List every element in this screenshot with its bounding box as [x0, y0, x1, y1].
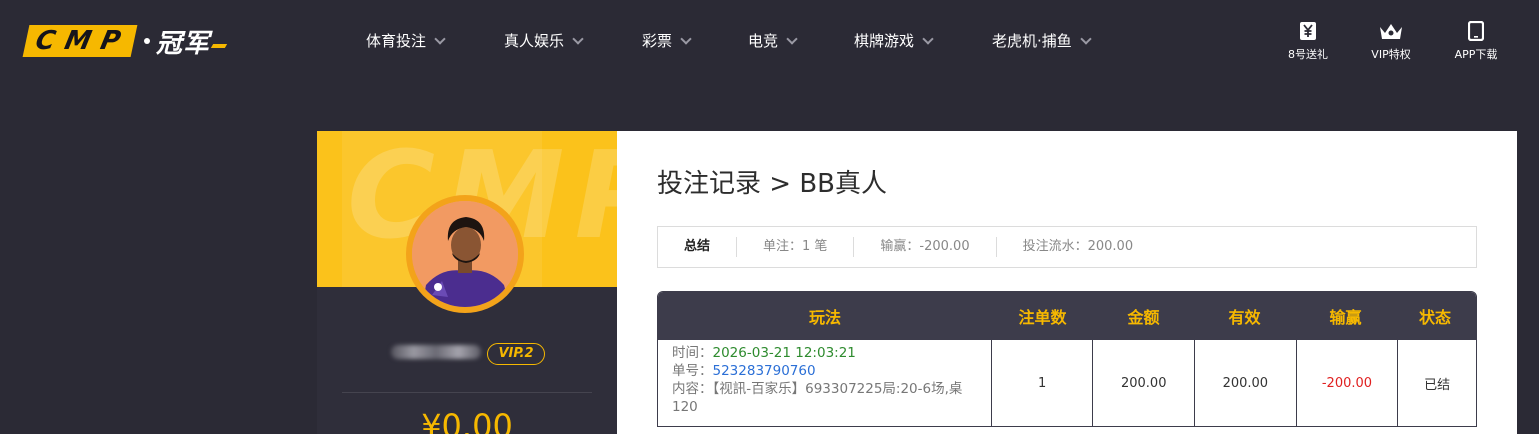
bet-time: 2026-03-21 12:03:21 [712, 345, 856, 361]
summary-turnover: 投注流水：200.00 [995, 237, 1160, 257]
chevron-down-icon [922, 32, 934, 45]
page-title: 投注记录 > BB真人 [657, 169, 887, 199]
nav-label: 真人娱乐 [504, 32, 565, 50]
table-header: 玩法 注单数 金额 有效 输赢 状态 [658, 292, 1476, 340]
gift-label: 8号送礼 [1288, 48, 1328, 61]
nav-label: 体育投注 [366, 32, 427, 50]
bet-amount-cell: 200.00 [1092, 340, 1194, 426]
avatar-image [412, 201, 518, 307]
bet-content-line: 内容：【视訊-百家乐】693307225局:20-6场,桌120 [672, 380, 977, 416]
site-logo[interactable]: CMP 冠军 [22, 24, 228, 59]
wallet-balance: ¥0.00 [421, 407, 513, 434]
nav-item-slots-fishing[interactable]: 老虎机·捕鱼 [992, 30, 1092, 51]
id-label: 单号： [672, 363, 713, 379]
profile-divider [342, 392, 592, 393]
app-download-button[interactable]: APP下载 [1441, 20, 1511, 62]
bet-detail-cell: 时间：2026-03-21 12:03:21 单号：523283790760 内… [658, 340, 991, 426]
bet-records-table: 玩法 注单数 金额 有效 输赢 状态 时间：2026-03-21 12:03:2… [657, 291, 1477, 427]
top-header: CMP 冠军 体育投注 真人娱乐 彩票 电竞 棋牌游戏 老虎机·捕鱼 8号送礼 … [0, 0, 1539, 84]
summary-winloss: 输赢：-200.00 [853, 237, 995, 257]
app-label: APP下载 [1454, 48, 1498, 61]
nav-label: 电竞 [748, 32, 779, 50]
summary-label: 总结 [684, 239, 711, 254]
summary-bar: 总结 单注：1 笔 输赢：-200.00 投注流水：200.00 [657, 226, 1477, 268]
chevron-down-icon [572, 32, 584, 45]
vip-privilege-button[interactable]: VIP特权 [1356, 20, 1426, 62]
nav-label: 棋牌游戏 [854, 32, 915, 50]
chevron-down-icon [434, 32, 446, 45]
time-label: 时间： [672, 345, 713, 361]
content-label: 内容： [672, 381, 713, 397]
logo-chinese: 冠军 [156, 28, 211, 59]
nav-item-card-games[interactable]: 棋牌游戏 [854, 30, 934, 51]
vip-label: VIP特权 [1371, 48, 1411, 61]
nav-item-esports[interactable]: 电竞 [748, 30, 798, 51]
vip-level-badge: VIP.2 [487, 343, 545, 365]
gift-button[interactable]: 8号送礼 [1273, 20, 1343, 62]
summary-bet-count: 单注：1 笔 [736, 237, 853, 257]
chevron-down-icon [1080, 32, 1092, 45]
bet-id-link[interactable]: 523283790760 [713, 363, 816, 379]
column-header-status: 状态 [1418, 308, 1451, 327]
column-header-winloss: 输赢 [1329, 308, 1362, 327]
nav-label: 老虎机·捕鱼 [992, 32, 1072, 50]
nav-item-sports[interactable]: 体育投注 [366, 30, 446, 51]
chevron-down-icon [680, 32, 692, 45]
column-header-count: 注单数 [1018, 308, 1067, 327]
logo-dot [144, 38, 151, 44]
bet-count-cell: 1 [990, 340, 1093, 426]
valid-amount-cell: 200.00 [1194, 340, 1296, 426]
chevron-down-icon [786, 32, 798, 45]
yen-gift-icon [1273, 20, 1343, 42]
table-row[interactable]: 时间：2026-03-21 12:03:21 单号：523283790760 内… [658, 340, 1476, 426]
nav-item-live-casino[interactable]: 真人娱乐 [504, 30, 584, 51]
winloss-cell: -200.00 [1295, 340, 1398, 426]
nav-item-lottery[interactable]: 彩票 [642, 30, 692, 51]
column-header-amount: 金额 [1127, 308, 1160, 327]
bet-id-line: 单号：523283790760 [672, 362, 816, 380]
username-blurred [391, 345, 481, 359]
bet-records-panel: 投注记录 > BB真人 总结 单注：1 笔 输赢：-200.00 投注流水：20… [617, 131, 1517, 434]
column-header-game: 玩法 [808, 308, 841, 327]
logo-cmp: CMP [22, 25, 138, 57]
avatar[interactable] [406, 195, 524, 313]
logo-accent [210, 44, 228, 48]
column-header-valid: 有效 [1228, 308, 1261, 327]
profile-panel: CMP VIP.2 ¥0.00 [317, 131, 617, 434]
tablet-icon [1441, 20, 1511, 42]
crown-icon [1356, 20, 1426, 42]
bet-time-line: 时间：2026-03-21 12:03:21 [672, 344, 856, 362]
bet-content: 【视訊-百家乐】693307225局:20-6场,桌120 [672, 381, 963, 415]
nav-label: 彩票 [642, 32, 673, 50]
status-cell: 已结 [1397, 340, 1476, 426]
